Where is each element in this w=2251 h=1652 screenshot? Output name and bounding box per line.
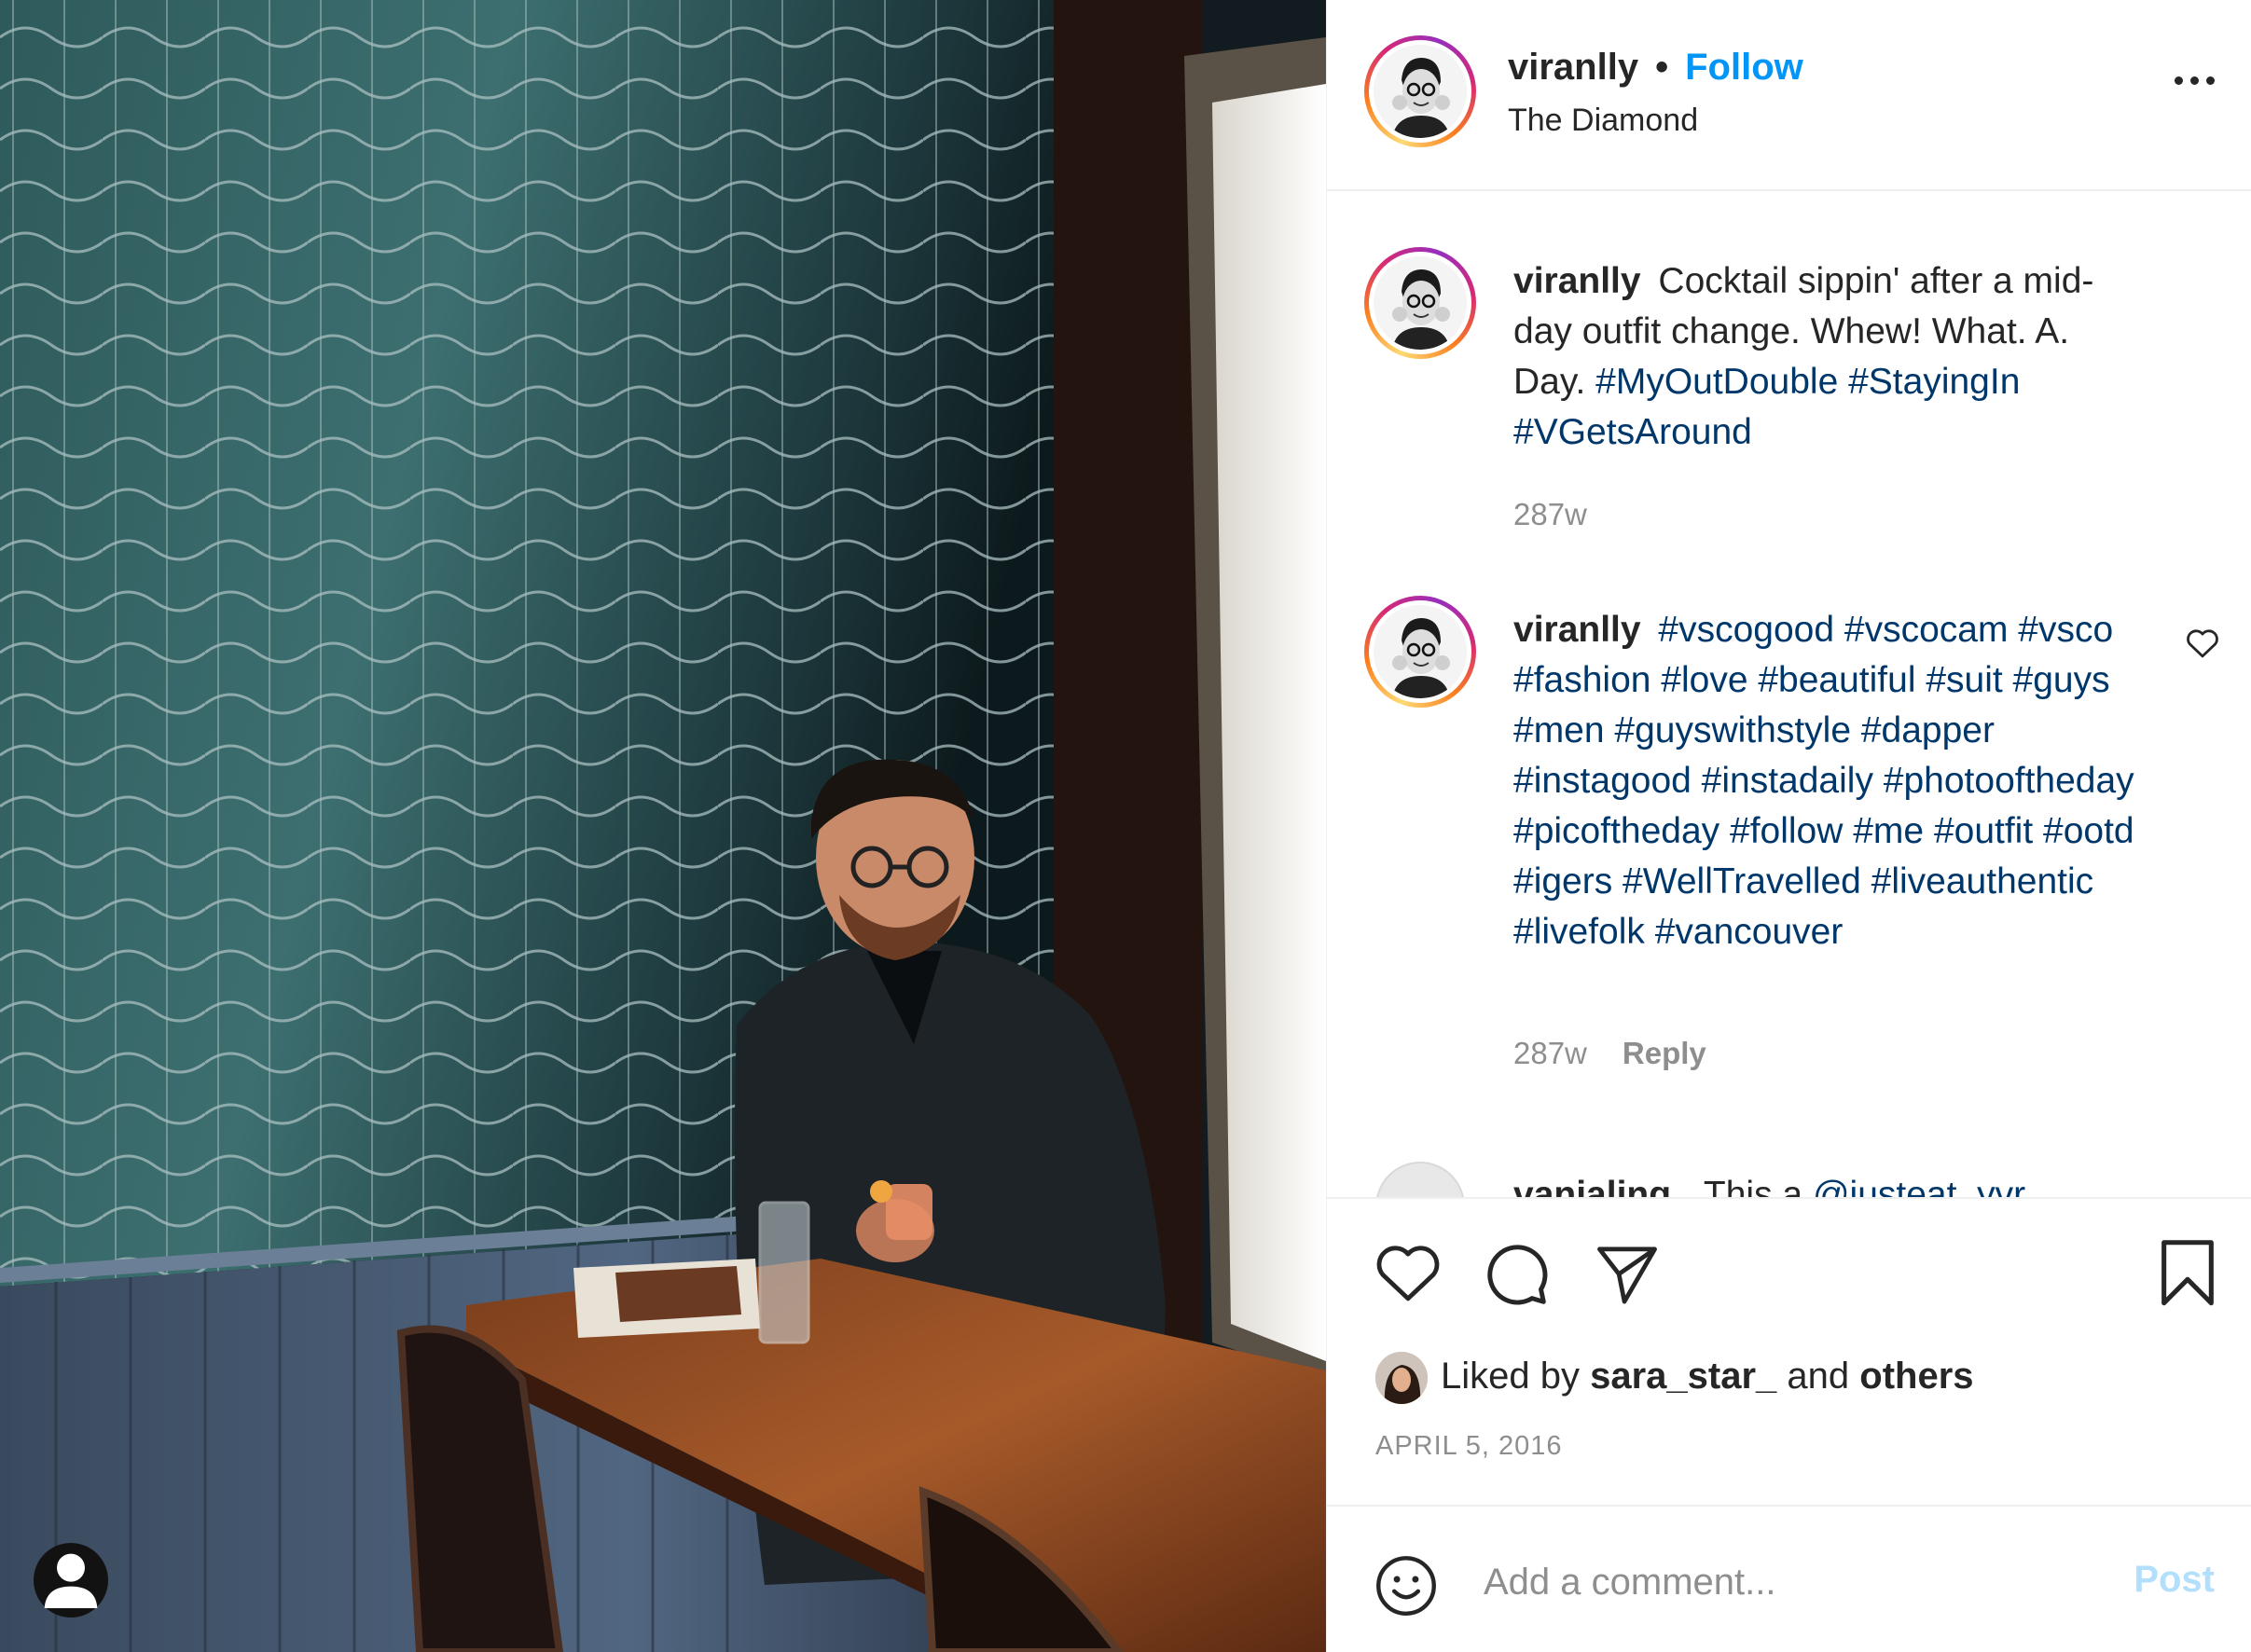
follow-button[interactable]: Follow — [1685, 47, 1803, 89]
avatar-portrait — [1374, 256, 1467, 350]
partial-comment-body: This a — [1703, 1175, 1803, 1197]
comment-meta: 287w Reply — [1513, 1036, 1706, 1071]
comment-username[interactable]: vanialing — [1513, 1175, 1671, 1197]
partial-comment: vanialing This a @justeat_yvr — [1327, 1149, 2251, 1197]
likes-middle: and — [1787, 1356, 1850, 1397]
comment-avatar[interactable] — [1375, 1162, 1465, 1197]
post-details-panel: viranlly • Follow The Diamond viranlly C… — [1326, 0, 2251, 1652]
comment-text: viranlly #vscogood #vscocam #vsco #fashi… — [1513, 605, 2147, 957]
caption-comment: viranlly Cocktail sippin' after a mid-da… — [1327, 247, 2251, 564]
comment-bubble-icon[interactable] — [1482, 1240, 1551, 1314]
dot-separator: • — [1655, 47, 1669, 88]
avatar-portrait — [1374, 45, 1467, 138]
add-comment-bar: Post — [1327, 1505, 2251, 1652]
liker-avatar[interactable] — [1375, 1352, 1428, 1404]
reply-button[interactable]: Reply — [1623, 1036, 1706, 1071]
heart-icon[interactable] — [1374, 1242, 1443, 1308]
liker-username[interactable]: sara_star_ — [1590, 1356, 1776, 1397]
paper-plane-icon[interactable] — [1594, 1244, 1661, 1312]
comment-username[interactable]: viranlly — [1513, 610, 1641, 650]
action-bar: Liked by sara_star_ and others APRIL 5, … — [1327, 1197, 2251, 1505]
caption-avatar[interactable] — [1364, 247, 1476, 359]
more-options-icon[interactable] — [2175, 76, 2215, 85]
caption-meta: 287w — [1513, 497, 1587, 532]
avatar-portrait — [1374, 605, 1467, 698]
comment-input[interactable] — [1484, 1549, 2080, 1615]
mention-link[interactable]: @justeat_yvr — [1813, 1175, 2025, 1197]
comment-username[interactable]: viranlly — [1513, 261, 1641, 301]
comment-age[interactable]: 287w — [1513, 497, 1587, 532]
author-line: viranlly • Follow — [1508, 47, 1803, 89]
comments-list[interactable]: viranlly Cocktail sippin' after a mid-da… — [1327, 193, 2251, 1197]
user-tag-button[interactable] — [34, 1543, 108, 1618]
partial-comment-text: vanialing This a @justeat_yvr — [1513, 1175, 2025, 1197]
author-username[interactable]: viranlly — [1508, 47, 1638, 89]
comment-age[interactable]: 287w — [1513, 1036, 1587, 1071]
post-date[interactable]: APRIL 5, 2016 — [1375, 1431, 1563, 1462]
user-tag-icon — [44, 1553, 98, 1608]
caption-text: viranlly Cocktail sippin' after a mid-da… — [1513, 256, 2147, 458]
comment-hashtags[interactable]: #vscogood #vscocam #vsco #fashion #love … — [1513, 610, 2134, 952]
post-photo[interactable] — [0, 0, 1326, 1652]
comment-avatar[interactable] — [1364, 596, 1476, 708]
post-comment-button[interactable]: Post — [2134, 1559, 2215, 1601]
comment-like-heart-icon[interactable] — [2185, 627, 2220, 664]
post-location[interactable]: The Diamond — [1508, 103, 1698, 139]
photo-illustration — [0, 0, 1326, 1652]
hashtag-comment: viranlly #vscogood #vscocam #vsco #fashi… — [1327, 596, 2251, 1118]
post-header: viranlly • Follow The Diamond — [1327, 0, 2251, 191]
likes-others-link[interactable]: others — [1859, 1356, 1973, 1397]
smiley-icon[interactable] — [1374, 1553, 1439, 1623]
bookmark-icon[interactable] — [2157, 1238, 2218, 1314]
likes-summary: Liked by sara_star_ and others — [1441, 1356, 1974, 1397]
liker-portrait — [1375, 1352, 1428, 1404]
author-avatar[interactable] — [1364, 35, 1476, 147]
likes-prefix: Liked by — [1441, 1356, 1580, 1397]
caption-hashtags[interactable]: #MyOutDouble #StayingIn #VGetsAround — [1513, 362, 2020, 452]
